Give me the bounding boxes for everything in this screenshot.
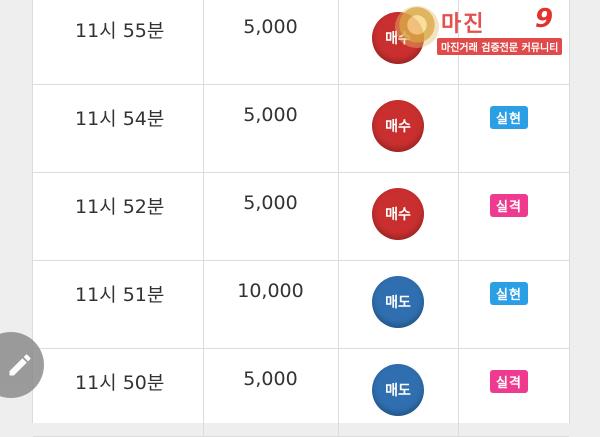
trade-table: 11시 55분 5,000 매수 11시 54분 5,000 매수 실현 11시… bbox=[32, 0, 570, 437]
result-win-badge: 실현 bbox=[490, 282, 528, 305]
trade-time: 11시 50분 bbox=[75, 372, 165, 394]
result-cell: 실격 bbox=[458, 172, 569, 260]
time-cell: 11시 51분 bbox=[33, 260, 204, 348]
trade-amount: 5,000 bbox=[243, 368, 298, 390]
time-cell: 11시 55분 bbox=[33, 0, 204, 84]
trade-amount: 10,000 bbox=[237, 280, 304, 302]
trade-amount: 5,000 bbox=[243, 16, 298, 38]
table-row: 11시 50분 5,000 매도 실격 bbox=[33, 348, 569, 437]
watermark-title: 마진 bbox=[441, 12, 486, 37]
amount-cell: 10,000 bbox=[203, 260, 339, 348]
amount-cell: 5,000 bbox=[203, 172, 339, 260]
result-win-badge: 실현 bbox=[490, 106, 528, 129]
result-loss-badge: 실격 bbox=[490, 194, 528, 217]
pencil-icon bbox=[9, 354, 31, 376]
side-cell: 매수 bbox=[338, 84, 459, 172]
buy-side-badge[interactable]: 매수 bbox=[372, 100, 424, 152]
emblem-icon bbox=[395, 6, 439, 48]
result-cell: 실현 bbox=[458, 260, 569, 348]
site-watermark: 마진 9 마진거래 검증전문 커뮤니티 bbox=[395, 4, 595, 56]
amount-cell: 5,000 bbox=[203, 84, 339, 172]
table-row: 11시 51분 10,000 매도 실현 bbox=[33, 260, 569, 349]
time-cell: 11시 52분 bbox=[33, 172, 204, 260]
time-cell: 11시 54분 bbox=[33, 84, 204, 172]
table-row: 11시 52분 5,000 매수 실격 bbox=[33, 172, 569, 261]
table-row: 11시 54분 5,000 매수 실현 bbox=[33, 84, 569, 173]
result-cell: 실현 bbox=[458, 84, 569, 172]
side-cell: 매수 bbox=[338, 172, 459, 260]
sell-side-badge[interactable]: 매도 bbox=[372, 276, 424, 328]
trade-time: 11시 52분 bbox=[75, 196, 165, 218]
side-cell: 매도 bbox=[338, 260, 459, 348]
result-loss-badge: 실격 bbox=[490, 370, 528, 393]
watermark-mark: 9 bbox=[535, 4, 554, 34]
trade-time: 11시 54분 bbox=[75, 108, 165, 130]
trade-amount: 5,000 bbox=[243, 104, 298, 126]
trade-amount: 5,000 bbox=[243, 192, 298, 214]
amount-cell: 5,000 bbox=[203, 0, 339, 84]
trade-time: 11시 51분 bbox=[75, 284, 165, 306]
sell-side-badge[interactable]: 매도 bbox=[372, 364, 424, 416]
watermark-subtitle: 마진거래 검증전문 커뮤니티 bbox=[437, 38, 563, 55]
buy-side-badge[interactable]: 매수 bbox=[372, 188, 424, 240]
trade-time: 11시 55분 bbox=[75, 20, 165, 42]
